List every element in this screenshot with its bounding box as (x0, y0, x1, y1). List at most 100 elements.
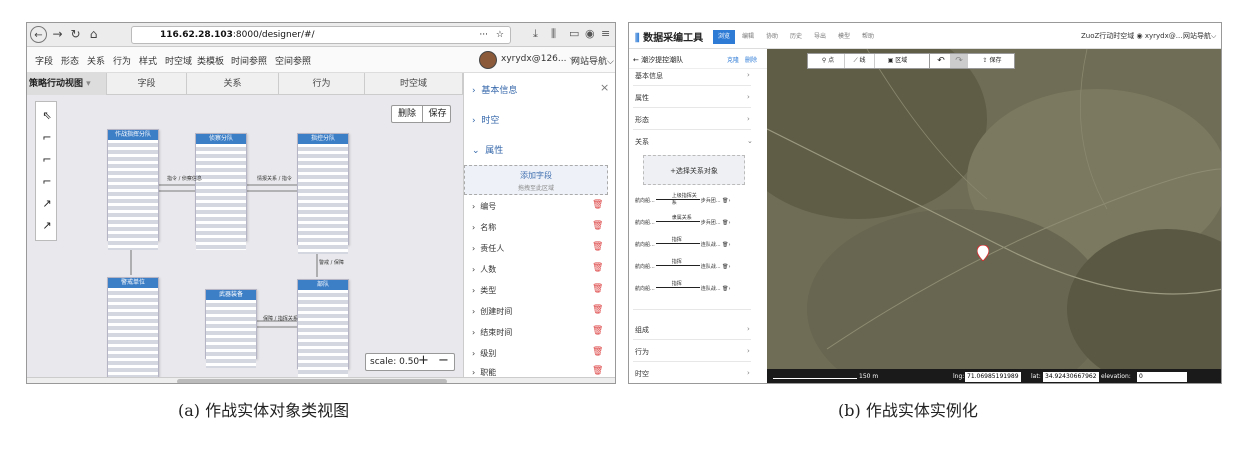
entity-box[interactable]: 作战指挥分队 (107, 129, 159, 250)
trash-icon[interactable]: 🗑 (722, 220, 728, 226)
redo-icon[interactable]: ↷ (950, 54, 968, 68)
section-shape[interactable]: 形态 (635, 115, 649, 125)
trash-icon[interactable]: 🗑 (722, 198, 728, 204)
sidebar-icon[interactable]: ▭ (569, 27, 579, 40)
tab-model[interactable]: 模型 (833, 30, 855, 44)
tab-export[interactable]: 导出 (809, 30, 831, 44)
scrollbar-thumb[interactable] (177, 379, 447, 383)
field-item[interactable]: › 人数 (472, 264, 496, 275)
relation-item[interactable]: 航向船... 指挥 连队战... 🗑› (635, 281, 731, 292)
entity-name[interactable]: ← 潮汐提控潮队 (633, 55, 683, 65)
menu-item-style[interactable]: 样式 (139, 54, 157, 67)
field-item[interactable]: › 责任人 (472, 243, 504, 254)
tab-strategy-view[interactable]: 策略行动视图 ▾ (27, 73, 107, 95)
close-icon[interactable]: × (600, 81, 609, 94)
zoom-in-button[interactable]: + (418, 353, 429, 369)
menu-item-spaceref[interactable]: 空间参照 (275, 54, 311, 67)
tab-edit[interactable]: 编辑 (737, 30, 759, 44)
menu-item-relation[interactable]: 关系 (87, 54, 105, 67)
trash-icon[interactable]: 🗑 (722, 286, 728, 292)
diagram-canvas[interactable]: ⇖ ⌐ ⌐ ⌐ ↗ ↗ 作战指挥分队 侦察分队 指控分队 警戒单位 武器装备 部… (27, 95, 463, 383)
menu-item-timeref[interactable]: 时间参照 (231, 54, 267, 67)
site-nav-menu[interactable]: 网站导航⌵ (1183, 31, 1216, 41)
url-bar[interactable]: 116.62.28.103:8000/designer/#/ ··· ☆ (131, 26, 511, 44)
tab-relation[interactable]: 关系 (187, 73, 279, 95)
site-nav-menu[interactable]: 网站导航⌵ (571, 54, 614, 67)
user-menu[interactable]: ZuoZ行动时空域 ◉ xyrydx@... (1081, 31, 1182, 41)
lng-value[interactable]: 71.06985191989 (965, 372, 1021, 382)
lat-value[interactable]: 34.92430667962 (1043, 372, 1099, 382)
menu-item-field[interactable]: 字段 (35, 54, 53, 67)
tab-field[interactable]: 字段 (107, 73, 187, 95)
section-basic-info[interactable]: › 基本信息 (472, 83, 517, 96)
add-relation-button[interactable]: +选择关系对象 (643, 155, 745, 185)
tab-spacetime[interactable]: 时空域 (365, 73, 463, 95)
relation-item[interactable]: 航向船... 隶属关系 步兵团... 🗑› (635, 215, 731, 226)
location-pin-icon[interactable] (977, 245, 989, 261)
field-item[interactable]: › 创建时间 (472, 306, 512, 317)
entity-box[interactable]: 指控分队 (297, 133, 349, 254)
library-icon[interactable]: ⫼ (551, 27, 556, 41)
field-item[interactable]: › 编号 (472, 201, 496, 212)
field-item[interactable]: › 名称 (472, 222, 496, 233)
menu-item-behavior[interactable]: 行为 (113, 54, 131, 67)
save-button[interactable]: ⇪ 保存 (970, 54, 1014, 68)
download-icon[interactable]: ⤓ (533, 27, 538, 41)
trash-icon[interactable]: 🗑 (592, 221, 603, 231)
add-field-dropzone[interactable]: 添加字段 拖拽至此区域 (464, 165, 608, 195)
page-menu-icon[interactable]: ··· (479, 27, 488, 43)
save-button[interactable]: 保存 (422, 106, 452, 122)
relation-item[interactable]: 航向船... 指挥 连队战... 🗑› (635, 237, 731, 248)
tab-help[interactable]: 帮助 (857, 30, 879, 44)
tab-browse[interactable]: 浏览 (713, 30, 735, 44)
clone-link[interactable]: 克隆 (727, 55, 739, 64)
delete-button[interactable]: 删除 (392, 106, 422, 122)
trash-icon[interactable]: 🗑 (592, 305, 603, 315)
trash-icon[interactable]: 🗑 (592, 347, 603, 357)
entity-box[interactable]: 警戒单位 (107, 277, 159, 383)
relation-item[interactable]: 航向船... 指挥 连队战... 🗑› (635, 259, 731, 270)
trash-icon[interactable]: 🗑 (722, 264, 728, 270)
reload-icon[interactable]: ↻ (67, 26, 84, 43)
field-item[interactable]: › 结束时间 (472, 327, 512, 338)
draw-point-button[interactable]: ⚲ 点 (812, 54, 844, 68)
section-spacetime[interactable]: 时空 (635, 369, 649, 379)
trash-icon[interactable]: 🗑 (722, 242, 728, 248)
satellite-map[interactable]: ⚲ 点 ⟋ 线 ▣ 区域 ↶ ↷ ⇪ 保存 150 m lng: 71.0698… (767, 49, 1221, 383)
relation-item[interactable]: 航向船... 上级指挥关系 步兵团... 🗑› (635, 193, 731, 206)
tab-history[interactable]: 历史 (785, 30, 807, 44)
bookmark-star-icon[interactable]: ☆ (496, 27, 504, 43)
field-item[interactable]: › 级别 (472, 348, 496, 359)
section-attributes[interactable]: ⌄ 属性 (472, 143, 503, 156)
section-basic-info[interactable]: 基本信息 (635, 71, 663, 81)
avatar[interactable] (479, 51, 497, 69)
tab-assist[interactable]: 协助 (761, 30, 783, 44)
delete-link[interactable]: 删除 (745, 55, 757, 64)
menu-item-template[interactable]: 类模板 (197, 54, 224, 67)
menu-item-shape[interactable]: 形态 (61, 54, 79, 67)
trash-icon[interactable]: 🗑 (592, 263, 603, 273)
hamburger-menu-icon[interactable]: ≡ (601, 27, 610, 40)
section-behavior[interactable]: 行为 (635, 347, 649, 357)
home-icon[interactable]: ⌂ (85, 26, 102, 43)
menu-item-spacetime[interactable]: 时空域 (165, 54, 192, 67)
trash-icon[interactable]: 🗑 (592, 200, 603, 210)
section-attributes[interactable]: 属性 (635, 93, 649, 103)
draw-area-button[interactable]: ▣ 区域 (874, 54, 920, 68)
user-menu[interactable]: xyrydx@126... ⌵ (501, 54, 576, 64)
undo-icon[interactable]: ↶ (932, 54, 950, 68)
entity-box[interactable]: 部队 (297, 279, 349, 378)
tab-behavior[interactable]: 行为 (279, 73, 365, 95)
section-composition[interactable]: 组成 (635, 325, 649, 335)
extension-icon[interactable]: ◉ (585, 27, 595, 40)
trash-icon[interactable]: 🗑 (592, 284, 603, 294)
trash-icon[interactable]: 🗑 (592, 366, 603, 376)
forward-icon[interactable]: → (49, 26, 66, 43)
back-icon[interactable]: ← (30, 26, 47, 43)
horizontal-scrollbar[interactable] (27, 377, 615, 383)
entity-box[interactable]: 武器装备 (205, 289, 257, 368)
trash-icon[interactable]: 🗑 (592, 326, 603, 336)
section-spacetime[interactable]: › 时空 (472, 113, 499, 126)
field-item[interactable]: › 类型 (472, 285, 496, 296)
zoom-out-button[interactable]: − (438, 353, 449, 369)
